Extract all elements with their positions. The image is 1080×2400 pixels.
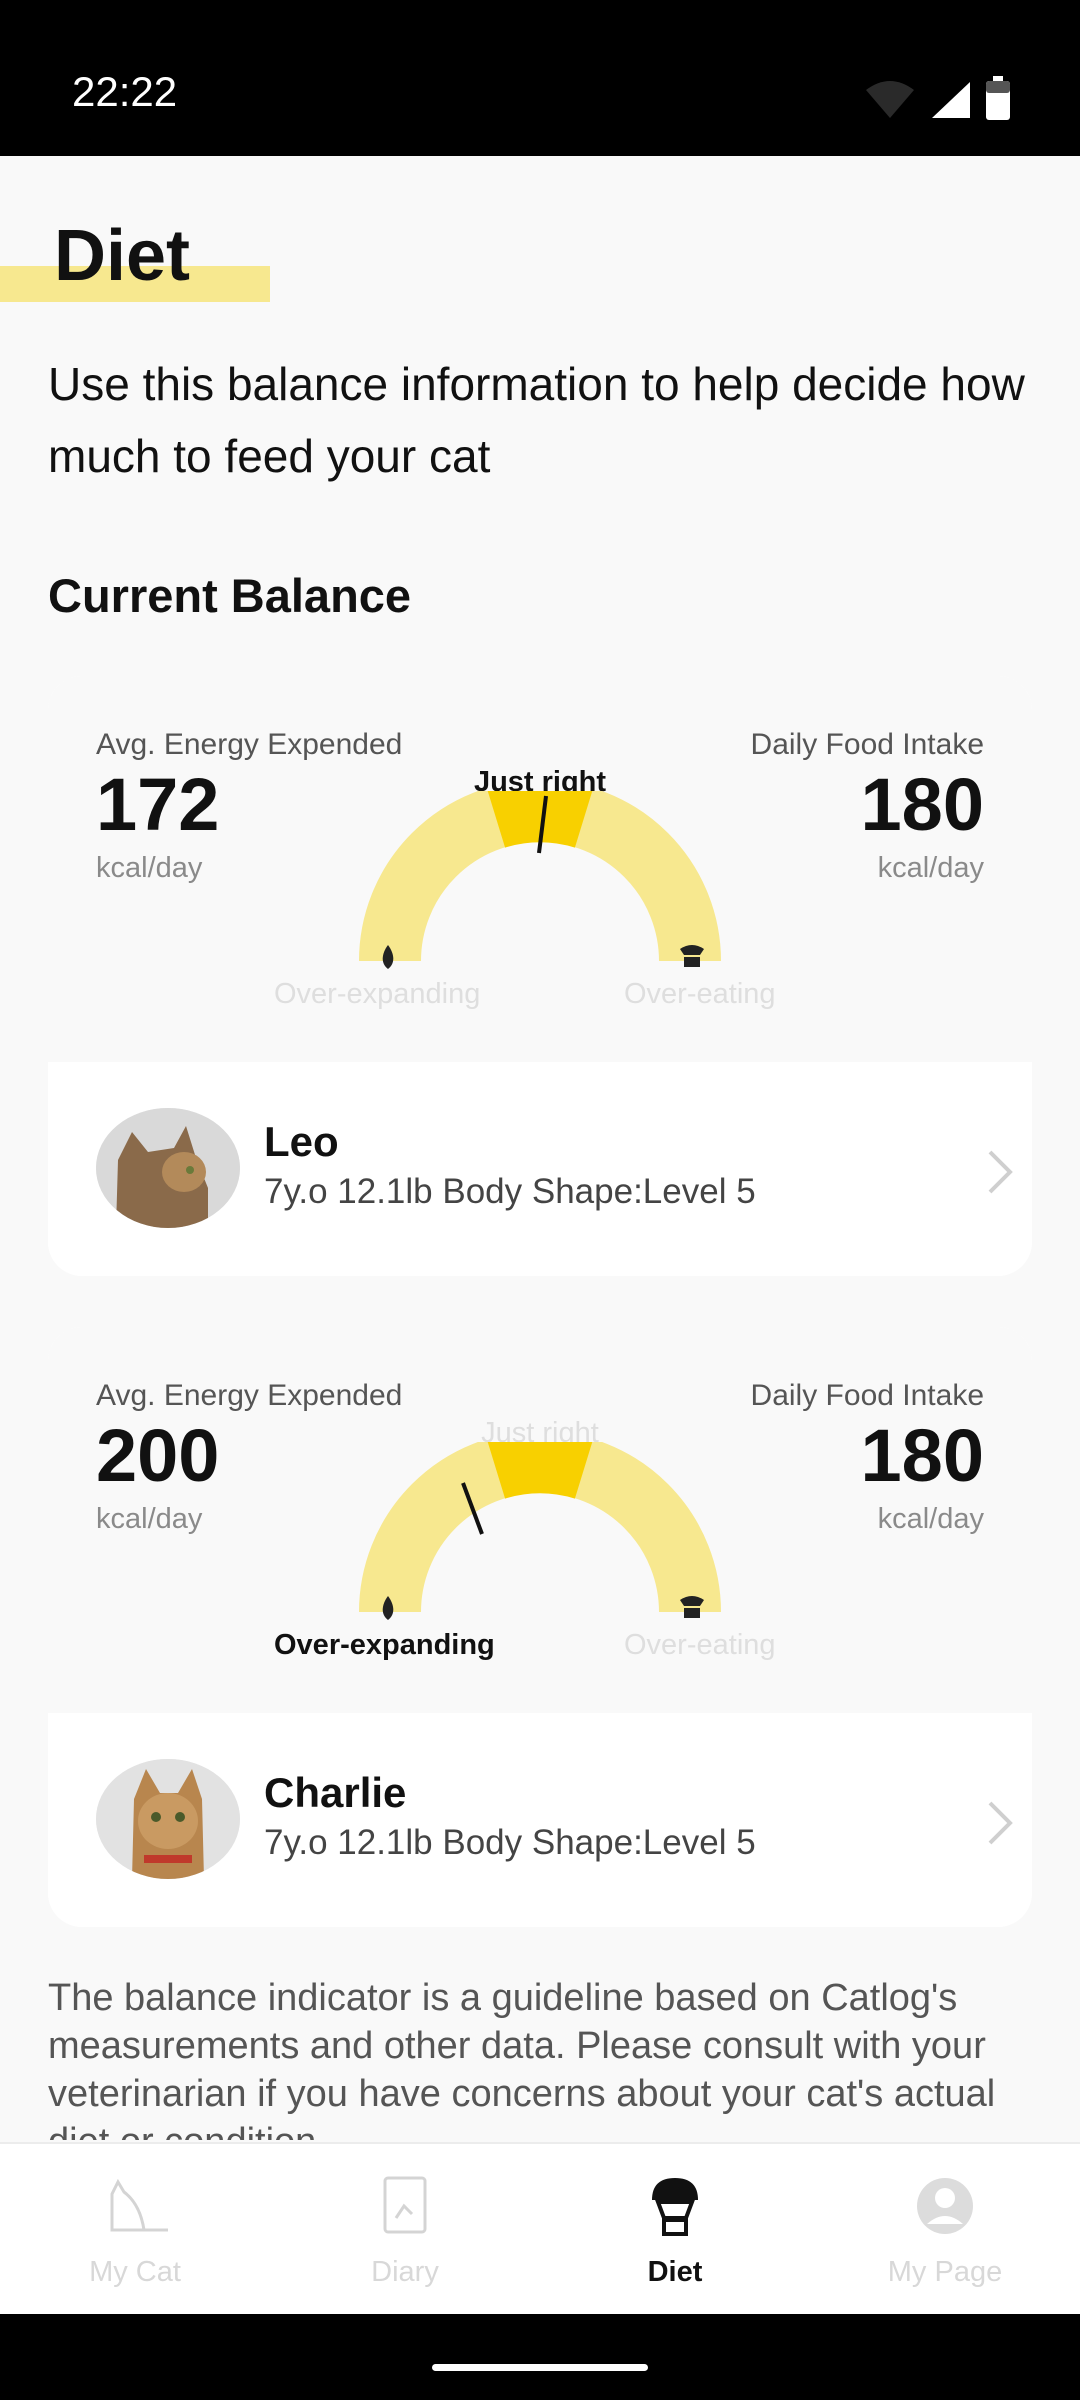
cat-avatar <box>96 1108 240 1228</box>
nav-diet[interactable]: Diet <box>540 2144 810 2316</box>
bottom-nav: My Cat Diary Diet My Page <box>0 2142 1080 2316</box>
chevron-right-icon[interactable] <box>980 1148 1020 1196</box>
balance-summary: Avg. Energy Expended Daily Food Intake 2… <box>48 1327 1032 1713</box>
balance-gauge <box>359 1442 721 1620</box>
battery-icon <box>986 76 1010 120</box>
nav-label: Diary <box>371 2256 439 2288</box>
nav-label: My Page <box>887 2256 1003 2288</box>
status-time: 22:22 <box>72 68 178 115</box>
energy-label: Avg. Energy Expended <box>96 728 403 761</box>
cat-row-charlie[interactable]: Charlie 7y.o 12.1lb Body Shape:Level 5 <box>48 1713 1032 1927</box>
intake-label: Daily Food Intake <box>750 728 984 761</box>
page-title: Diet <box>54 216 191 296</box>
wifi-icon <box>866 81 914 118</box>
gesture-bar <box>0 2314 1080 2400</box>
profile-icon <box>917 2178 973 2234</box>
gauge-just-right-zone <box>487 1442 593 1499</box>
energy-label: Avg. Energy Expended <box>96 1379 403 1412</box>
disclaimer-text: The balance indicator is a guideline bas… <box>48 1977 996 2140</box>
cat-details: 7y.o 12.1lb Body Shape:Level 5 <box>264 1823 756 1862</box>
nav-label: My Cat <box>89 2256 181 2288</box>
gauge-label-over-expanding: Over-expanding <box>274 1629 495 1661</box>
balance-summary: Avg. Energy Expended Daily Food Intake 1… <box>48 676 1032 1062</box>
gauge-label-over-eating: Over-eating <box>624 978 776 1010</box>
intake-unit: kcal/day <box>877 852 984 884</box>
status-icons <box>864 76 1010 120</box>
cat-row-leo[interactable]: Leo 7y.o 12.1lb Body Shape:Level 5 <box>48 1062 1032 1276</box>
nav-my-page[interactable]: My Page <box>810 2144 1080 2316</box>
energy-unit: kcal/day <box>96 852 203 884</box>
nav-my-cat[interactable]: My Cat <box>0 2144 270 2316</box>
cat-icon <box>110 2178 168 2232</box>
food-bowl-icon <box>652 2178 698 2236</box>
signal-icon <box>932 82 970 118</box>
home-gesture-handle[interactable] <box>432 2364 648 2371</box>
intake-label: Daily Food Intake <box>750 1379 984 1412</box>
nav-label: Diet <box>647 2256 703 2288</box>
intake-unit: kcal/day <box>877 1503 984 1535</box>
cat-photo <box>96 1108 240 1228</box>
gauge-label-over-eating: Over-eating <box>624 1629 776 1661</box>
section-title: Current Balance <box>48 569 412 622</box>
nav-diary[interactable]: Diary <box>270 2144 540 2316</box>
gauge-just-right-zone <box>487 791 593 848</box>
cat-photo <box>96 1759 240 1879</box>
balance-gauge <box>359 791 721 969</box>
balance-card-charlie: Avg. Energy Expended Daily Food Intake 2… <box>48 1327 1032 1927</box>
cat-name: Leo <box>264 1118 339 1165</box>
energy-unit: kcal/day <box>96 1503 203 1535</box>
page-title-wrap: Diet <box>0 214 270 302</box>
cat-name: Charlie <box>264 1769 407 1816</box>
cat-details: 7y.o 12.1lb Body Shape:Level 5 <box>264 1172 756 1211</box>
gauge-label-over-expanding: Over-expanding <box>274 978 481 1010</box>
status-bar: 22:22 <box>0 0 1080 156</box>
cat-avatar <box>96 1759 240 1879</box>
diary-icon <box>383 2176 427 2234</box>
balance-card-leo: Avg. Energy Expended Daily Food Intake 1… <box>48 676 1032 1276</box>
chevron-right-icon[interactable] <box>980 1799 1020 1847</box>
intro-text: Use this balance information to help dec… <box>48 358 1025 482</box>
